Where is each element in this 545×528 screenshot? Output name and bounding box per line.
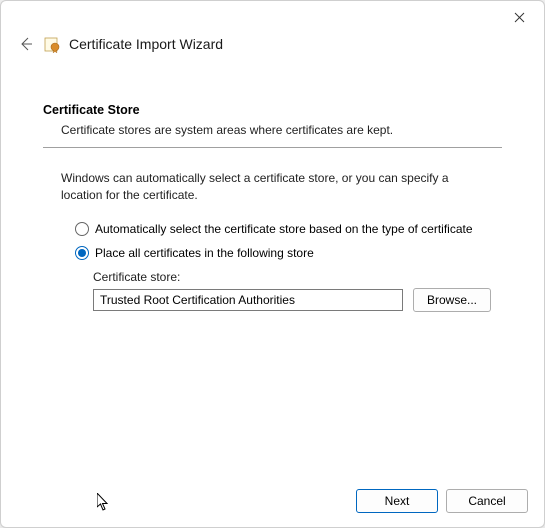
radio-icon [75,246,89,260]
cancel-button[interactable]: Cancel [446,489,528,513]
radio-option-place[interactable]: Place all certificates in the following … [75,246,502,260]
arrow-left-icon [18,36,34,52]
radio-label-place: Place all certificates in the following … [95,246,314,260]
store-block: Certificate store: Browse... [93,270,502,312]
cursor-icon [97,493,112,513]
radio-option-auto[interactable]: Automatically select the certificate sto… [75,222,502,236]
store-label: Certificate store: [93,270,502,284]
header: Certificate Import Wizard [1,33,544,67]
back-button[interactable] [17,35,35,53]
section-subtext: Certificate stores are system areas wher… [61,123,502,137]
store-input[interactable] [93,289,403,311]
wizard-title: Certificate Import Wizard [69,36,223,52]
store-row: Browse... [93,288,502,312]
certificate-icon [43,35,61,53]
browse-button[interactable]: Browse... [413,288,491,312]
divider [43,147,502,148]
radio-label-auto: Automatically select the certificate sto… [95,222,473,236]
radio-icon [75,222,89,236]
close-button[interactable] [504,5,534,29]
next-button[interactable]: Next [356,489,438,513]
intro-text: Windows can automatically select a certi… [61,170,484,204]
titlebar [1,1,544,33]
section-heading: Certificate Store [43,103,502,117]
content-area: Certificate Store Certificate stores are… [1,67,544,479]
footer: Next Cancel [1,479,544,527]
radio-group: Automatically select the certificate sto… [75,222,502,260]
wizard-window: Certificate Import Wizard Certificate St… [0,0,545,528]
close-icon [514,12,525,23]
